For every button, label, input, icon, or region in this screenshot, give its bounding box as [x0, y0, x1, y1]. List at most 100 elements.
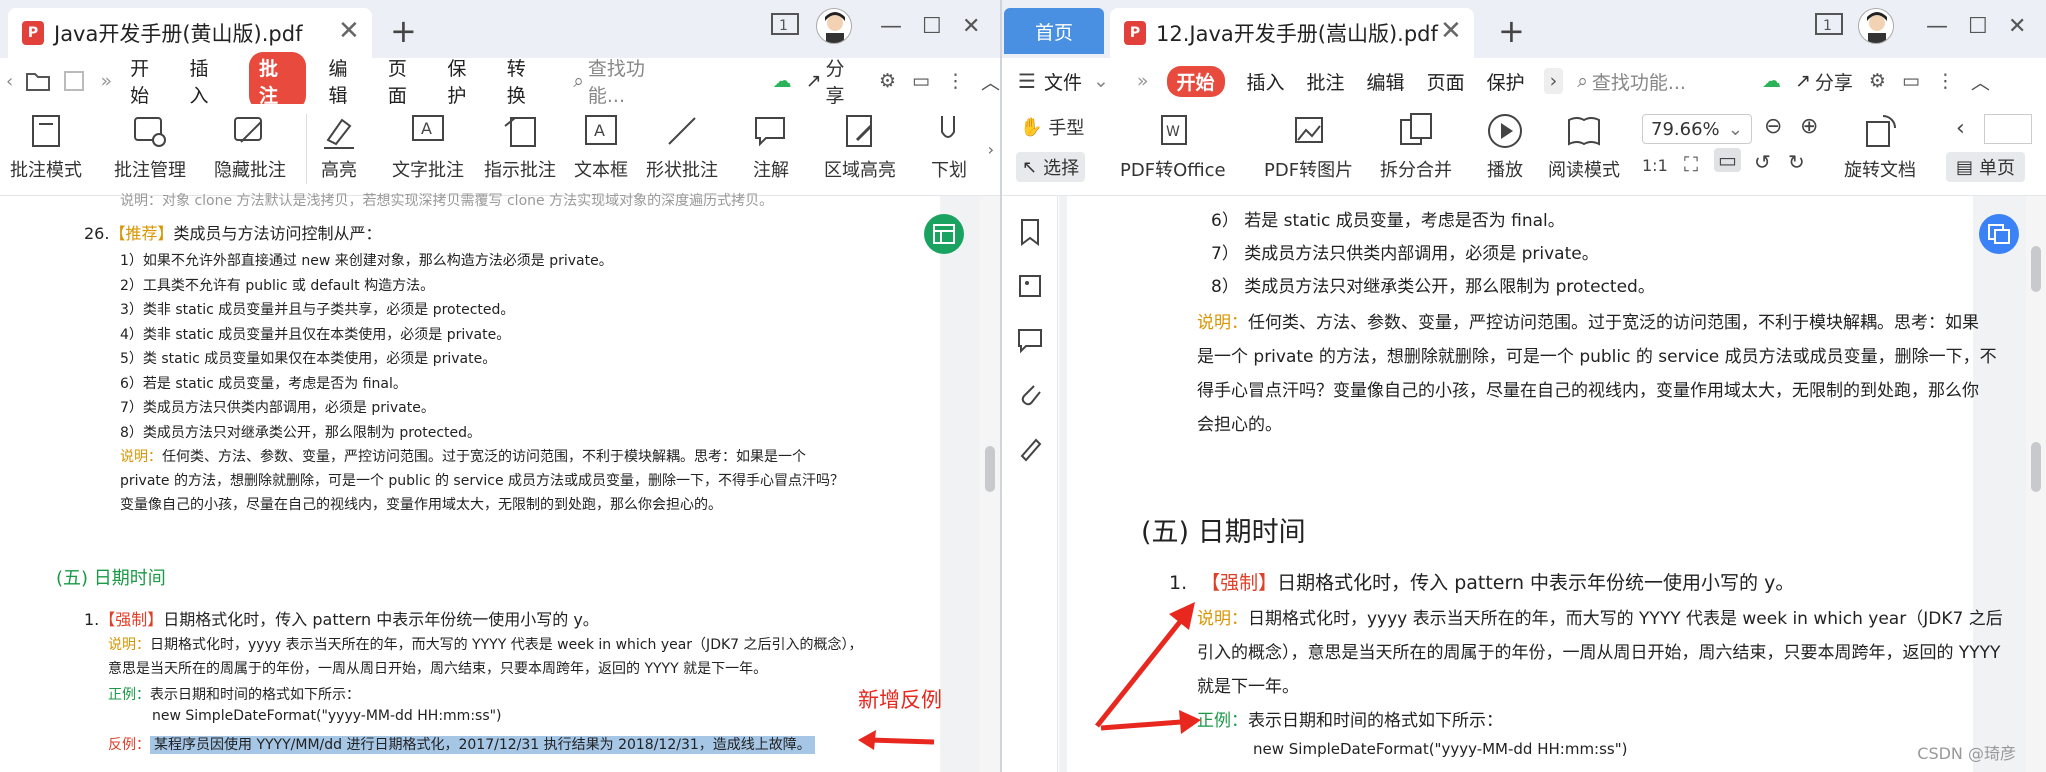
note-button[interactable]: 注解 — [752, 112, 790, 182]
close-tab-icon[interactable]: ✕ — [1440, 16, 1462, 46]
minimize-icon[interactable]: — — [1926, 14, 1948, 39]
attachment-icon[interactable] — [1016, 380, 1044, 408]
zoom-out-icon[interactable]: ⊖ — [1764, 114, 1782, 139]
area-highlight-button[interactable]: 区域高亮 — [824, 112, 896, 182]
avatar[interactable] — [816, 8, 852, 44]
menu-annotate[interactable]: 批注 — [1307, 68, 1345, 95]
table-extract-button[interactable] — [924, 214, 964, 254]
collapse-ribbon-icon[interactable]: ︿ — [1971, 68, 1990, 95]
page-number-input[interactable] — [1984, 114, 2032, 144]
thumbnail-icon[interactable] — [1016, 272, 1044, 300]
more-icon[interactable]: ⋮ — [946, 70, 965, 92]
underline-button[interactable]: 下划 — [930, 112, 968, 182]
share-icon[interactable]: ↗ — [806, 70, 822, 92]
rotate-right-icon[interactable]: ↻ — [1788, 150, 1805, 174]
select-tool-button[interactable]: ↖ 选择 — [1016, 152, 1086, 182]
menu-scroll-right-icon[interactable]: › — [1543, 68, 1564, 94]
menu-start[interactable]: 开始 — [130, 54, 167, 108]
more-chevron-icon[interactable]: » — [1137, 70, 1149, 92]
menu-page[interactable]: 页面 — [388, 54, 425, 108]
annotation-mode-button[interactable]: 批注模式 — [10, 112, 82, 182]
signature-icon[interactable] — [1016, 434, 1044, 462]
selected-counter-text[interactable]: 某程序员因使用 YYYY/MM/dd 进行日期格式化，2017/12/31 执行… — [150, 736, 815, 754]
share-icon[interactable]: ↗ — [1795, 70, 1811, 92]
prev-icon[interactable]: ‹ — [1956, 116, 1965, 141]
right-scrollbar[interactable] — [2026, 196, 2046, 772]
annotation-manage-button[interactable]: 批注管理 — [114, 112, 186, 182]
home-tab[interactable]: 首页 — [1004, 8, 1104, 54]
play-button[interactable]: 播放 — [1486, 112, 1524, 182]
split-merge-button[interactable]: 拆分合并 — [1380, 112, 1452, 182]
menu-edit[interactable]: 编辑 — [1367, 68, 1405, 95]
menu-edit[interactable]: 编辑 — [328, 54, 365, 108]
menu-annotate[interactable]: 批注 — [248, 52, 307, 110]
new-tab-plus-icon[interactable]: + — [1498, 12, 1525, 50]
fit-width-icon[interactable]: ▭ — [1714, 148, 1741, 172]
comment-icon[interactable]: ▭ — [1902, 70, 1920, 92]
menu-protect[interactable]: 保护 — [1487, 68, 1525, 95]
dropdown-chevron-icon[interactable]: ⌄ — [1093, 70, 1109, 92]
single-page-button[interactable]: ▤ 单页 — [1946, 152, 2026, 182]
shape-annotation-button[interactable]: 形状批注 — [646, 112, 718, 182]
pdf-to-office-button[interactable]: W PDF转Office — [1120, 112, 1226, 182]
layout-icon[interactable]: 1 — [770, 12, 800, 36]
comment-icon[interactable]: ▭ — [912, 70, 930, 92]
highlight-button[interactable]: 高亮 — [320, 112, 358, 182]
left-document-tab[interactable]: P Java开发手册(黄山版).pdf ✕ — [8, 8, 372, 58]
menu-insert[interactable]: 插入 — [1247, 68, 1285, 95]
menu-convert[interactable]: 转换 — [507, 54, 544, 108]
zoom-in-icon[interactable]: ⊕ — [1800, 114, 1818, 139]
close-tab-icon[interactable]: ✕ — [338, 16, 360, 46]
back-icon[interactable]: ‹ — [6, 71, 13, 92]
menu-insert[interactable]: 插入 — [190, 54, 227, 108]
right-document-tab[interactable]: P 12.Java开发手册(嵩山版).pdf ✕ — [1110, 8, 1474, 58]
pdf-to-image-button[interactable]: PDF转图片 — [1264, 112, 1353, 182]
collapse-ribbon-icon[interactable]: ︿ — [981, 68, 1000, 95]
settings-gear-icon[interactable]: ⚙ — [879, 70, 896, 92]
close-window-icon[interactable]: ✕ — [2008, 14, 2026, 39]
close-window-icon[interactable]: ✕ — [962, 14, 980, 39]
text-annotation-button[interactable]: A 文字批注 — [392, 112, 464, 182]
bookmark-icon[interactable] — [1016, 218, 1044, 246]
ribbon-scroll-icon[interactable]: › — [988, 140, 994, 159]
search-input[interactable]: 查找功能... — [588, 54, 681, 108]
left-scroll-thumb[interactable] — [985, 446, 995, 492]
comments-icon[interactable] — [1016, 326, 1044, 354]
hamburger-icon[interactable]: ☰ — [1018, 69, 1036, 93]
share-button[interactable]: 分享 — [826, 54, 863, 108]
floating-tool-button[interactable] — [1979, 214, 2019, 254]
new-tab-plus-icon[interactable]: + — [390, 12, 417, 50]
more-icon[interactable]: ⋮ — [1936, 70, 1955, 92]
settings-gear-icon[interactable]: ⚙ — [1869, 70, 1886, 92]
left-scrollbar[interactable] — [980, 196, 1000, 772]
share-button[interactable]: 分享 — [1815, 68, 1853, 95]
menu-protect[interactable]: 保护 — [447, 54, 484, 108]
more-chevron-icon[interactable]: » — [100, 70, 112, 92]
actual-size-icon[interactable]: 1:1 — [1642, 156, 1668, 175]
reading-mode-button[interactable]: 阅读模式 — [1548, 112, 1620, 182]
minimize-icon[interactable]: — — [880, 14, 902, 39]
hand-tool-button[interactable]: ✋ 手型 — [1020, 114, 1084, 140]
desc-line: 引入的概念），意思是当天所在的周属于的年份，一周从周日开始，周六结束，只要本周跨… — [1197, 643, 2001, 663]
right-scroll-thumb[interactable] — [2031, 442, 2041, 492]
zoom-select[interactable]: 79.66% ⌄ — [1642, 114, 1752, 144]
rotate-left-icon[interactable]: ↺ — [1754, 150, 1771, 174]
menu-start[interactable]: 开始 — [1166, 65, 1225, 97]
search-input[interactable]: 查找功能... — [1592, 68, 1686, 95]
textbox-button[interactable]: A 文本框 — [574, 112, 628, 182]
right-scroll-thumb-top[interactable] — [2031, 246, 2041, 292]
cloud-sync-icon[interactable]: ☁ — [773, 70, 792, 92]
rotate-document-button[interactable]: 旋转文档 — [1844, 112, 1916, 182]
avatar[interactable] — [1858, 8, 1894, 44]
maximize-icon[interactable]: ☐ — [922, 14, 942, 39]
open-folder-icon[interactable] — [25, 70, 51, 92]
save-icon[interactable] — [63, 70, 87, 92]
cloud-sync-icon[interactable]: ☁ — [1762, 70, 1781, 92]
hide-annotations-button[interactable]: 隐藏批注 — [214, 112, 286, 182]
menu-file[interactable]: 文件 — [1044, 68, 1082, 95]
fit-page-icon[interactable]: ⛶ — [1684, 152, 1698, 176]
maximize-icon[interactable]: ☐ — [1968, 14, 1988, 39]
menu-page[interactable]: 页面 — [1427, 68, 1465, 95]
pointer-annotation-button[interactable]: 指示批注 — [484, 112, 556, 182]
layout-icon[interactable]: 1 — [1814, 12, 1844, 36]
